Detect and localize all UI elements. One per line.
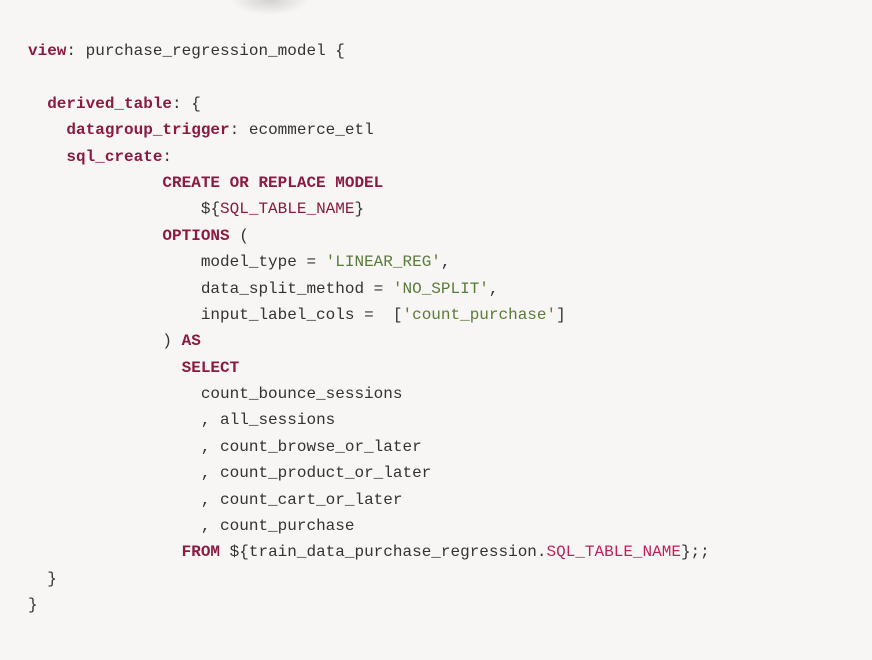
brace-open: {	[210, 200, 220, 218]
select-col-1: count_bounce_sessions	[201, 385, 403, 403]
brace-open: {	[335, 42, 345, 60]
sql-as: AS	[182, 332, 201, 350]
keyword-datagroup-trigger: datagroup_trigger	[66, 121, 229, 139]
select-col-3: count_browse_or_later	[220, 438, 422, 456]
option-model-type-key: model_type	[201, 253, 297, 271]
colon: :	[230, 121, 240, 139]
comma: ,	[441, 253, 451, 271]
select-col-4: count_product_or_later	[220, 464, 431, 482]
equals: =	[306, 253, 316, 271]
datagroup-value: ecommerce_etl	[249, 121, 374, 139]
select-col-6: count_purchase	[220, 517, 354, 535]
brace-open: {	[191, 95, 201, 113]
keyword-derived-table: derived_table	[47, 95, 172, 113]
comma: ,	[201, 491, 211, 509]
option-input-label-key: input_label_cols	[201, 306, 355, 324]
dot: .	[537, 543, 547, 561]
equals: =	[374, 280, 384, 298]
brace-close: }	[47, 570, 57, 588]
select-col-5: count_cart_or_later	[220, 491, 402, 509]
option-input-label-value: 'count_purchase'	[402, 306, 556, 324]
comma: ,	[201, 517, 211, 535]
option-data-split-key: data_split_method	[201, 280, 364, 298]
colon: :	[172, 95, 182, 113]
keyword-view: view	[28, 42, 66, 60]
sql-select: SELECT	[182, 359, 240, 377]
from-table-name: train_data_purchase_regression	[249, 543, 537, 561]
code-block: view: purchase_regression_model { derive…	[0, 0, 872, 657]
bracket-close: ]	[556, 306, 566, 324]
sql-create-or-replace-model: CREATE OR REPLACE MODEL	[162, 174, 383, 192]
comma: ,	[201, 464, 211, 482]
comma: ,	[201, 438, 211, 456]
sql-table-name-var: SQL_TABLE_NAME	[220, 200, 354, 218]
keyword-sql-create: sql_create	[66, 148, 162, 166]
brace-close: }	[354, 200, 364, 218]
dollar-sign: $	[201, 200, 211, 218]
brace-open: {	[239, 543, 249, 561]
equals: =	[364, 306, 374, 324]
paren-close: )	[162, 332, 172, 350]
paren-open: (	[239, 227, 249, 245]
brace-close: }	[681, 543, 691, 561]
double-semicolon: ;;	[691, 543, 710, 561]
comma: ,	[489, 280, 499, 298]
dollar-sign: $	[230, 543, 240, 561]
from-table-suffix: SQL_TABLE_NAME	[547, 543, 681, 561]
colon: :	[162, 148, 172, 166]
brace-close: }	[28, 596, 38, 614]
sql-options: OPTIONS	[162, 227, 229, 245]
comma: ,	[201, 411, 211, 429]
select-col-2: all_sessions	[220, 411, 335, 429]
colon: :	[66, 42, 76, 60]
option-data-split-value: 'NO_SPLIT'	[393, 280, 489, 298]
sql-from: FROM	[182, 543, 220, 561]
option-model-type-value: 'LINEAR_REG'	[326, 253, 441, 271]
view-name: purchase_regression_model	[86, 42, 326, 60]
